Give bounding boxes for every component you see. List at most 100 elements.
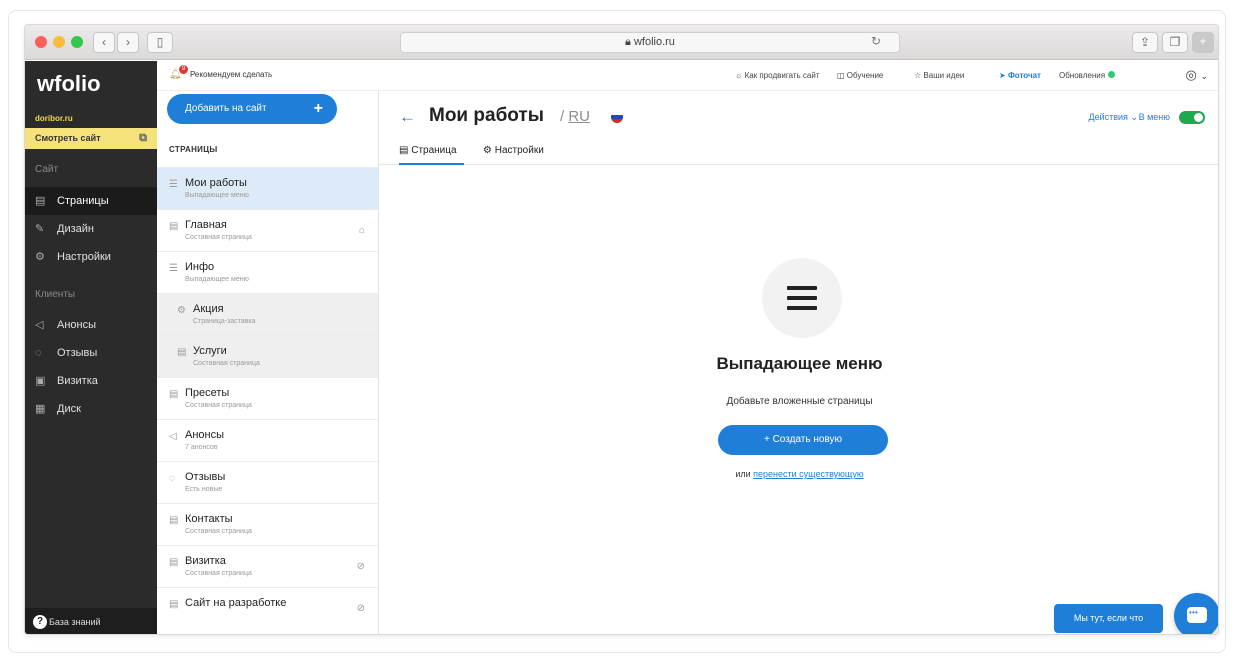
page-icon: ▤ — [35, 195, 46, 207]
page-list-item[interactable]: ☰ Мои работы Выпадающее меню — [157, 167, 378, 209]
recommendations-link[interactable]: 🔔︎ 9 Рекомендуем сделать — [169, 65, 273, 80]
page-type: Страница-заставка — [193, 318, 256, 325]
address-bar[interactable]: 🔒︎ wfolio.ru — [400, 32, 900, 53]
tabs-icon: ❐ — [1169, 35, 1181, 49]
site-domain: doribor.ru — [35, 114, 73, 123]
in-menu-toggle[interactable] — [1179, 111, 1205, 124]
sidebar-item-disk[interactable]: ▦ Диск — [25, 395, 157, 423]
sidebar-item-pages[interactable]: ▤ Страницы — [25, 187, 157, 215]
comments-icon: ◌ — [35, 347, 42, 359]
page-list-item[interactable]: ▤ Сайт на разработке ⊘ — [157, 587, 378, 629]
photochat-link[interactable]: ➤ Фоточат — [999, 71, 1041, 80]
updates-label: Обновления — [1059, 71, 1106, 80]
view-site-button[interactable]: Смотреть сайт ⧉ — [25, 128, 157, 149]
actions-label: Действия — [1088, 112, 1128, 122]
share-button[interactable]: ⇪ — [1132, 32, 1158, 53]
page-list-item[interactable]: ▤ Пресеты Составная страница — [157, 377, 378, 419]
card-icon: ▣ — [35, 375, 46, 387]
user-menu[interactable]: ◎ ⌄ — [1185, 67, 1208, 83]
page-list-item[interactable]: ☰ Инфо Выпадающее меню — [157, 251, 378, 293]
tab-page[interactable]: ▤ Страница — [399, 145, 457, 156]
promote-site-link[interactable]: ☼ Как продвигать сайт — [735, 71, 820, 80]
add-to-site-label: Добавить на сайт — [185, 103, 267, 114]
language-code[interactable]: RU — [568, 108, 590, 125]
create-new-button[interactable]: + Создать новую — [718, 425, 888, 455]
sidebar-toggle-button[interactable]: ▯ — [147, 32, 173, 53]
page-icon: ▤ — [169, 557, 179, 568]
or-text: или — [735, 469, 751, 479]
nav-forward-button[interactable]: › — [117, 32, 139, 53]
brush-icon: ✎ — [35, 223, 45, 235]
plus-icon: + — [313, 100, 323, 117]
page-list-item[interactable]: ⚙ Акция Страница-заставка — [157, 293, 378, 335]
main-content: ← Мои работы / RU Действия ⌄ В меню ▤ Ст… — [379, 91, 1218, 634]
reload-icon[interactable]: ↻ — [871, 34, 881, 48]
chevron-down-icon: ⌄ — [1130, 112, 1138, 122]
learning-link[interactable]: ◫ Обучение — [837, 71, 883, 80]
school-icon: ◫ — [837, 71, 847, 80]
chat-button[interactable] — [1174, 593, 1218, 634]
actions-dropdown[interactable]: Действия ⌄ — [1089, 112, 1139, 123]
page-list-item[interactable]: ◌ Отзывы Есть новые — [157, 461, 378, 503]
close-window-button[interactable] — [35, 36, 47, 48]
new-tab-button[interactable]: + — [1192, 32, 1214, 53]
page-list-item[interactable]: ▤ Визитка Составная страница ⊘ — [157, 545, 378, 587]
russia-flag-icon — [611, 111, 623, 123]
page-type: Составная страница — [185, 528, 252, 535]
tabs-button[interactable]: ❐ — [1162, 32, 1188, 53]
photochat-label: Фоточат — [1007, 71, 1041, 80]
sidebar-item-label: Дизайн — [57, 223, 94, 235]
sidebar-item-label: Анонсы — [57, 319, 97, 331]
sidebar-item-announcements[interactable]: ◁ Анонсы — [25, 311, 157, 339]
sidebar-item-card[interactable]: ▣ Визитка — [25, 367, 157, 395]
page-icon: ▤ — [169, 389, 179, 400]
external-link-icon: ⧉ — [139, 132, 147, 144]
logo[interactable]: wfolio — [37, 71, 101, 97]
page-type: Составная страница — [185, 402, 252, 409]
chat-icon — [1187, 607, 1207, 623]
page-name: Инфо — [185, 261, 215, 273]
url-text: wfolio.ru — [633, 36, 675, 48]
top-bar: 🔔︎ 9 Рекомендуем сделать ☼ Как продвигат… — [157, 61, 1218, 91]
chat-label[interactable]: Мы тут, если что — [1054, 604, 1163, 633]
bulb-icon: ☼ — [735, 71, 745, 80]
page-name: Отзывы — [185, 471, 226, 483]
gear-icon: ⚙ — [35, 251, 45, 263]
updates-link[interactable]: Обновления — [1059, 71, 1116, 80]
page-list-item[interactable]: ▤ Услуги Составная страница — [157, 335, 378, 377]
chevron-left-icon: ‹ — [102, 35, 106, 49]
zoom-window-button[interactable] — [71, 36, 83, 48]
page-list-item[interactable]: ▤ Главная Составная страница ⌂ — [157, 209, 378, 251]
sidebar-item-label: Настройки — [57, 251, 111, 263]
hidden-eye-icon: ⊘ — [356, 603, 365, 614]
page-icon: ▤ — [169, 515, 179, 526]
tab-label: Настройки — [494, 145, 544, 156]
add-to-site-button[interactable]: Добавить на сайт + — [167, 94, 337, 124]
megaphone-icon: ◁ — [35, 319, 44, 331]
sidebar-section-site: Сайт — [35, 164, 59, 175]
back-arrow-icon[interactable]: ← — [399, 107, 416, 127]
knowledge-base-link[interactable]: ? База знаний — [25, 608, 157, 634]
hidden-eye-icon: ⊘ — [356, 561, 365, 572]
page-list-item[interactable]: ▤ Контакты Составная страница — [157, 503, 378, 545]
recommendations-label: Рекомендуем сделать — [189, 70, 273, 79]
minimize-window-button[interactable] — [53, 36, 65, 48]
sidebar-item-design[interactable]: ✎ Дизайн — [25, 215, 157, 243]
ideas-link[interactable]: ☆ Ваши идеи — [914, 71, 964, 80]
notification-badge: 9 — [179, 65, 188, 74]
nav-back-button[interactable]: ‹ — [93, 32, 115, 53]
status-dot — [1108, 71, 1116, 78]
page-title: Мои работы — [429, 105, 544, 126]
sidebar-item-settings[interactable]: ⚙ Настройки — [25, 243, 157, 271]
language-selector[interactable]: / RU — [560, 108, 590, 125]
page-icon: ▤ — [169, 599, 179, 610]
tab-settings[interactable]: ⚙ Настройки — [483, 145, 544, 156]
pages-title: СТРАНИЦЫ — [169, 145, 218, 154]
page-name: Мои работы — [185, 177, 247, 189]
move-existing-link[interactable]: перенести существующую — [753, 469, 864, 479]
menu-icon — [762, 258, 842, 338]
sidebar-section-clients: Клиенты — [35, 289, 76, 300]
sidebar-item-reviews[interactable]: ◌ Отзывы — [25, 339, 157, 367]
page-list-item[interactable]: ◁ Анонсы 7 анонсов — [157, 419, 378, 461]
page-name: Главная — [185, 219, 227, 231]
